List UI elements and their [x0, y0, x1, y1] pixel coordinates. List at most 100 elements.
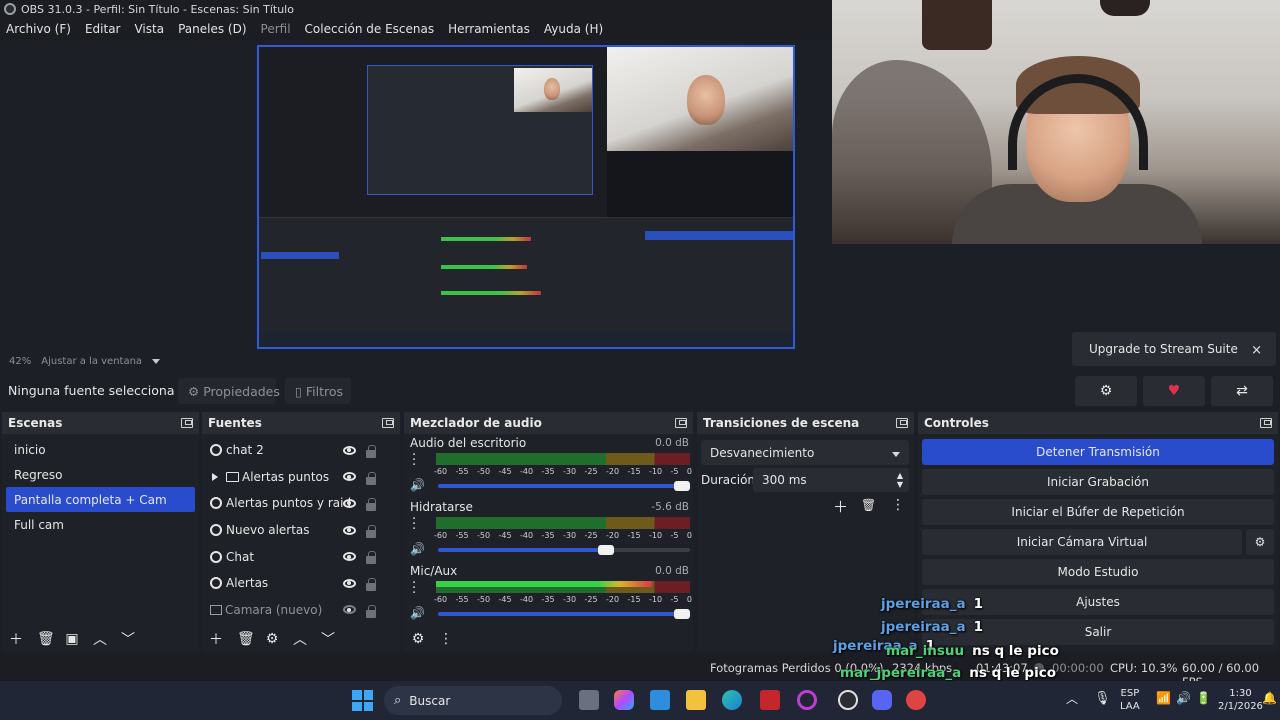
- undock-icon[interactable]: [896, 418, 908, 428]
- volume-slider[interactable]: [438, 481, 690, 491]
- eye-icon[interactable]: [343, 472, 356, 482]
- channel-options-icon[interactable]: · · ·: [412, 513, 416, 536]
- source-item-hidden[interactable]: Camara (nuevo): [202, 597, 400, 624]
- lock-icon[interactable]: [366, 498, 376, 512]
- trash-icon[interactable]: 🗑: [861, 498, 876, 512]
- language-indicator[interactable]: ESP LAA: [1120, 687, 1140, 713]
- chevron-down-icon[interactable]: ﹀: [121, 629, 135, 649]
- trash-icon[interactable]: 🗑: [237, 631, 255, 647]
- obs-taskbar-icon[interactable]: [838, 690, 858, 710]
- chevron-up-icon[interactable]: ︿: [1066, 693, 1078, 706]
- duration-input[interactable]: 300 ms ▲ ▼: [753, 468, 909, 492]
- scene-item-active[interactable]: Pantalla completa + Cam: [6, 487, 195, 512]
- suite-heart-button[interactable]: ♥: [1143, 376, 1205, 406]
- volume-slider[interactable]: [438, 609, 690, 619]
- lock-icon[interactable]: [366, 577, 376, 591]
- preview-canvas[interactable]: [257, 45, 795, 349]
- speaker-icon[interactable]: 🔊: [410, 478, 425, 492]
- volume-icon[interactable]: 🔊: [1176, 692, 1191, 705]
- pdf-icon[interactable]: [760, 690, 780, 710]
- undock-icon[interactable]: [382, 418, 394, 428]
- menu-vista[interactable]: Vista: [134, 22, 164, 36]
- eye-icon[interactable]: [343, 525, 356, 535]
- properties-button[interactable]: ⚙ Propiedades: [178, 378, 280, 404]
- spinner-icon[interactable]: ▲ ▼: [897, 471, 903, 489]
- wifi-icon[interactable]: 📶: [1156, 692, 1171, 705]
- battery-icon[interactable]: 🔋: [1196, 692, 1211, 705]
- menu-herramientas[interactable]: Herramientas: [448, 22, 530, 36]
- start-recording-button[interactable]: Iniciar Grabación: [922, 469, 1274, 495]
- chevron-up-icon[interactable]: ︿: [293, 629, 307, 649]
- add-icon[interactable]: ＋: [9, 629, 23, 649]
- store-icon[interactable]: [650, 690, 670, 710]
- lock-icon[interactable]: [366, 551, 376, 565]
- volume-knob[interactable]: [674, 481, 690, 491]
- volume-slider[interactable]: [438, 545, 690, 555]
- speaker-icon[interactable]: 🔊: [410, 542, 425, 556]
- channel-options-icon[interactable]: · · ·: [412, 449, 416, 472]
- windows-start-icon[interactable]: [352, 690, 373, 711]
- lock-icon[interactable]: [366, 524, 376, 538]
- gear-icon[interactable]: ⚙: [265, 631, 279, 647]
- eye-icon[interactable]: [343, 498, 356, 508]
- source-item[interactable]: chat 2: [202, 437, 400, 464]
- undock-icon[interactable]: [181, 418, 193, 428]
- edge-icon[interactable]: [722, 690, 742, 710]
- filters-button[interactable]: ▯ Filtros: [285, 378, 351, 404]
- chevron-down-icon[interactable]: [152, 358, 161, 364]
- menu-archivo[interactable]: Archivo (F): [6, 22, 71, 36]
- menu-perfil[interactable]: Perfil: [261, 22, 291, 36]
- eye-hidden-icon[interactable]: [343, 605, 356, 615]
- virtual-cam-button[interactable]: Iniciar Cámara Virtual: [922, 529, 1242, 555]
- suite-share-button[interactable]: ⇄: [1211, 376, 1273, 406]
- microphone-icon[interactable]: 🎙: [1094, 692, 1111, 705]
- filter-icon[interactable]: ▣: [65, 631, 79, 647]
- scene-item[interactable]: Regreso: [6, 462, 195, 487]
- add-icon[interactable]: ＋: [209, 629, 223, 649]
- clock[interactable]: 1:30 2/1/2026: [1218, 687, 1263, 713]
- replay-buffer-button[interactable]: Iniciar el Búfer de Repetición: [922, 499, 1274, 525]
- menu-coleccion[interactable]: Colección de Escenas: [305, 22, 435, 36]
- menu-paneles[interactable]: Paneles (D): [178, 22, 246, 36]
- upgrade-stream-suite-button[interactable]: Upgrade to Stream Suite ×: [1072, 332, 1276, 366]
- source-item[interactable]: Alertas: [202, 570, 400, 597]
- copilot-icon[interactable]: [614, 690, 634, 710]
- menu-editar[interactable]: Editar: [85, 22, 121, 36]
- app-icon[interactable]: [906, 690, 926, 710]
- taskbar-search[interactable]: ⌕ Buscar: [384, 686, 562, 715]
- scene-item[interactable]: inicio: [6, 437, 195, 462]
- discord-icon[interactable]: [872, 690, 892, 710]
- channel-options-icon[interactable]: · · ·: [412, 577, 416, 600]
- more-options-icon[interactable]: ⋮: [439, 631, 453, 647]
- eye-icon[interactable]: [343, 445, 356, 455]
- undock-icon[interactable]: [675, 418, 687, 428]
- opera-icon[interactable]: [797, 690, 817, 710]
- studio-mode-button[interactable]: Modo Estudio: [922, 559, 1274, 585]
- notification-icon[interactable]: 🔔: [1262, 692, 1277, 705]
- scene-item[interactable]: Full cam: [6, 512, 195, 537]
- speaker-icon[interactable]: 🔊: [410, 606, 425, 620]
- expand-icon[interactable]: [212, 472, 218, 481]
- eye-icon[interactable]: [343, 578, 356, 588]
- lock-icon[interactable]: [366, 445, 376, 458]
- source-item[interactable]: Nuevo alertas: [202, 517, 400, 544]
- lock-icon[interactable]: [366, 471, 376, 485]
- trash-icon[interactable]: 🗑: [37, 631, 55, 647]
- menu-ayuda[interactable]: Ayuda (H): [544, 22, 603, 36]
- volume-knob[interactable]: [674, 609, 690, 619]
- volume-knob[interactable]: [598, 545, 615, 555]
- stop-stream-button[interactable]: Detener Transmisión: [922, 439, 1274, 465]
- task-view-icon[interactable]: [579, 690, 599, 710]
- add-icon[interactable]: ＋: [833, 496, 848, 517]
- eye-icon[interactable]: [343, 552, 356, 562]
- source-group[interactable]: Alertas puntos: [202, 464, 400, 491]
- transition-select[interactable]: Desvanecimiento: [701, 440, 909, 465]
- close-icon[interactable]: ×: [1251, 343, 1262, 358]
- undock-icon[interactable]: [1260, 418, 1272, 428]
- advanced-audio-icon[interactable]: ⚙: [411, 631, 425, 647]
- chevron-down-icon[interactable]: ﹀: [321, 629, 335, 649]
- suite-settings-button[interactable]: ⚙: [1075, 376, 1137, 406]
- chevron-up-icon[interactable]: ︿: [93, 629, 107, 649]
- source-item[interactable]: Chat: [202, 543, 400, 570]
- file-explorer-icon[interactable]: [686, 690, 706, 710]
